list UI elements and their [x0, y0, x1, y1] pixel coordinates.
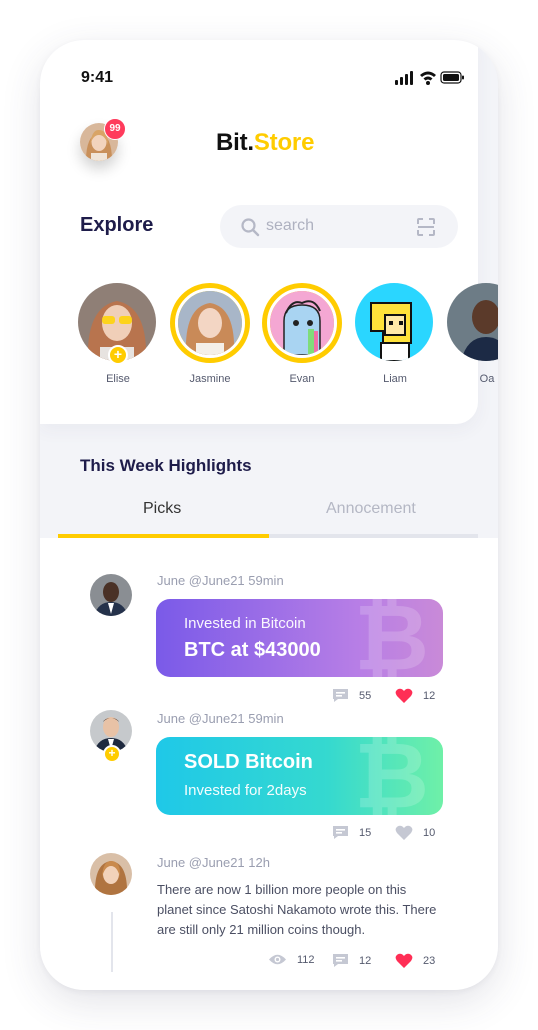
status-icons [395, 71, 464, 85]
phone-frame: 9:41 99 Bit.Store Explore search + Elise… [40, 40, 498, 990]
story-ring [170, 283, 250, 363]
post-avatar[interactable] [90, 853, 132, 895]
story-evan[interactable]: Evan [262, 283, 342, 385]
heart-icon [395, 825, 413, 840]
post-avatar[interactable] [90, 574, 132, 616]
signal-icon [395, 71, 413, 85]
card-subtitle: Invested in Bitcoin [184, 615, 306, 632]
comment-icon [333, 954, 348, 967]
like-count[interactable]: 10 [395, 825, 435, 841]
story-liam[interactable]: Liam [355, 283, 435, 385]
scan-icon[interactable] [416, 217, 436, 237]
post-meta: June @June21 59min [157, 711, 284, 726]
card-subtitle: Invested for 2days [184, 782, 307, 799]
tab-picks[interactable]: Picks [143, 500, 181, 518]
story-name: Liam [383, 373, 407, 385]
comment-icon [333, 826, 348, 839]
story-avatar [175, 288, 245, 358]
story-name: Oa [479, 373, 495, 385]
story-ring: + [78, 283, 158, 365]
tab-announcement[interactable]: Annocement [326, 500, 416, 518]
post-text: There are now 1 billion more people on t… [157, 882, 437, 937]
notification-badge: 99 [104, 118, 126, 140]
story-avatar [355, 283, 433, 361]
story-ring [355, 283, 435, 363]
bitcoin-watermark-icon: ₿ [354, 737, 429, 815]
card-title: BTC at $43000 [184, 639, 321, 661]
search-input[interactable]: search [220, 205, 458, 248]
post-meta: June @June21 59min [157, 573, 284, 588]
like-count[interactable]: 12 [395, 688, 435, 704]
wifi-icon [420, 71, 436, 85]
post-meta: June @June21 12h [157, 855, 270, 870]
story-name: Jasmine [189, 373, 231, 385]
like-count[interactable]: 23 [395, 953, 435, 969]
story-avatar [447, 283, 498, 361]
battery-icon [440, 71, 464, 84]
card-title: SOLD Bitcoin [184, 751, 313, 773]
story-name: Elise [106, 373, 130, 385]
heart-icon [395, 688, 413, 703]
status-time: 9:41 [81, 69, 114, 86]
explore-title: Explore [80, 214, 154, 236]
highlights-title: This Week Highlights [80, 456, 252, 475]
story-name: Evan [289, 373, 315, 385]
post-card-sold[interactable]: ₿ SOLD Bitcoin Invested for 2days [156, 737, 443, 815]
story-avatar [267, 288, 337, 358]
comment-count[interactable]: 15 [332, 825, 371, 840]
brand-logo: Bit.Store [216, 129, 314, 157]
brand-part2: Store [253, 129, 315, 156]
thread-line [111, 912, 113, 972]
add-story-icon[interactable]: + [108, 345, 128, 365]
search-icon [241, 218, 260, 237]
view-count: 112 [268, 953, 315, 966]
post-card-invested[interactable]: ₿ Invested in Bitcoin BTC at $43000 [156, 599, 443, 677]
story-ring [447, 283, 498, 363]
comment-icon [333, 689, 348, 702]
brand-part1: Bit. [216, 129, 254, 156]
search-placeholder: search [266, 217, 315, 234]
story-oa[interactable]: Oa [447, 283, 498, 385]
story-elise[interactable]: + Elise [78, 283, 158, 385]
story-jasmine[interactable]: Jasmine [170, 283, 250, 385]
story-ring [262, 283, 342, 363]
comment-count[interactable]: 12 [332, 953, 371, 968]
heart-icon [395, 953, 413, 968]
bitcoin-watermark-icon: ₿ [354, 599, 429, 677]
follow-plus-icon[interactable]: + [103, 745, 121, 763]
comment-count[interactable]: 55 [332, 688, 371, 703]
eye-icon [269, 954, 286, 965]
